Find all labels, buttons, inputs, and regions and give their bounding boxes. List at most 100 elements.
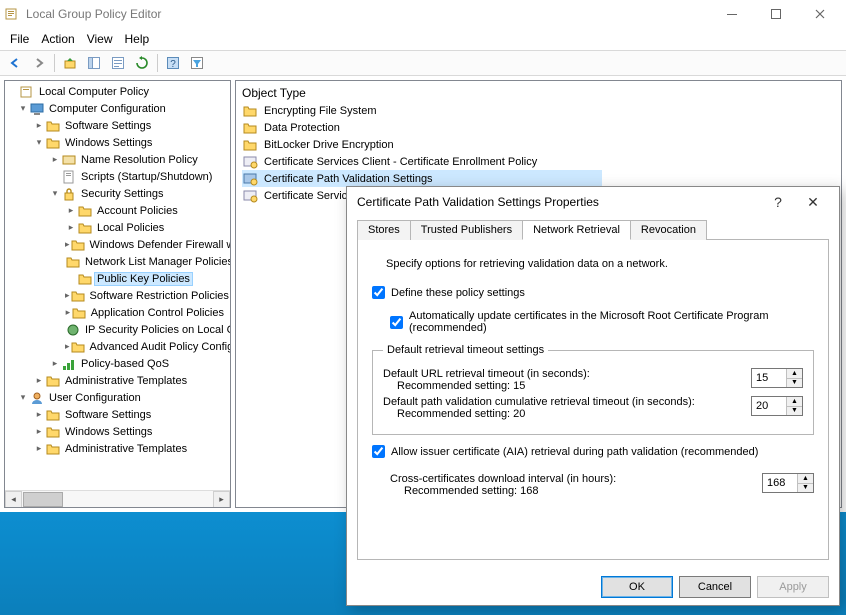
- tree-security[interactable]: Security Settings: [79, 188, 166, 200]
- spin-up[interactable]: ▲: [787, 369, 802, 379]
- tree-nlm[interactable]: Network List Manager Policies: [83, 256, 230, 268]
- dialog-help-button[interactable]: ?: [763, 194, 793, 210]
- tree-expand-icon[interactable]: ▸: [33, 120, 45, 131]
- tree-u-windows[interactable]: Windows Settings: [63, 426, 154, 438]
- menu-view[interactable]: View: [87, 32, 113, 46]
- spin-up[interactable]: ▲: [798, 474, 813, 484]
- tree-qos[interactable]: Policy-based QoS: [79, 358, 171, 370]
- column-header[interactable]: Object Type: [242, 84, 835, 102]
- tree-pkp[interactable]: Public Key Policies: [95, 273, 192, 285]
- list-item[interactable]: Data Protection: [242, 119, 835, 136]
- tree-windows-settings[interactable]: Windows Settings: [63, 137, 154, 149]
- tree-expand-icon[interactable]: ▸: [33, 426, 45, 437]
- url-timeout-rec: Recommended setting: 15: [383, 380, 751, 392]
- list-item[interactable]: Encrypting File System: [242, 102, 835, 119]
- tree-aap[interactable]: Advanced Audit Policy Configuration: [88, 341, 230, 353]
- path-timeout-spinner[interactable]: ▲▼: [751, 396, 803, 416]
- tree-collapse-icon[interactable]: ▾: [49, 188, 61, 199]
- folder-icon: [70, 237, 86, 253]
- tree-local-policies[interactable]: Local Policies: [95, 222, 166, 234]
- apply-button[interactable]: Apply: [757, 576, 829, 598]
- folder-icon: [45, 373, 61, 389]
- allow-aia-input[interactable]: [372, 445, 385, 458]
- tree-expand-icon[interactable]: ▸: [33, 409, 45, 420]
- tree-admin[interactable]: Administrative Templates: [63, 375, 189, 387]
- tree-expand-icon[interactable]: ▸: [49, 154, 61, 165]
- menu-file[interactable]: File: [10, 32, 29, 46]
- tree-scripts[interactable]: Scripts (Startup/Shutdown): [79, 171, 214, 183]
- filter-button[interactable]: [186, 52, 208, 74]
- close-button[interactable]: [798, 0, 842, 28]
- spin-down[interactable]: ▼: [787, 407, 802, 416]
- show-hide-tree-button[interactable]: [83, 52, 105, 74]
- security-icon: [61, 186, 77, 202]
- folder-icon: [77, 220, 93, 236]
- spin-up[interactable]: ▲: [787, 397, 802, 407]
- cross-cert-spinner[interactable]: ▲▼: [762, 473, 814, 493]
- help-button[interactable]: ?: [162, 52, 184, 74]
- path-timeout-input[interactable]: [752, 397, 786, 415]
- tree-collapse-icon[interactable]: ▾: [17, 103, 29, 114]
- svg-text:?: ?: [170, 59, 176, 70]
- up-button[interactable]: [59, 52, 81, 74]
- tree-user-config[interactable]: User Configuration: [47, 392, 143, 404]
- auto-update-input[interactable]: [390, 316, 403, 329]
- tree-u-admin[interactable]: Administrative Templates: [63, 443, 189, 455]
- tree-software-settings[interactable]: Software Settings: [63, 120, 153, 132]
- url-timeout-spinner[interactable]: ▲▼: [751, 368, 803, 388]
- menu-help[interactable]: Help: [125, 32, 150, 46]
- ok-button[interactable]: OK: [601, 576, 673, 598]
- tab-trusted-publishers[interactable]: Trusted Publishers: [410, 220, 523, 240]
- minimize-button[interactable]: [710, 0, 754, 28]
- auto-update-checkbox[interactable]: Automatically update certificates in the…: [390, 310, 814, 334]
- tree-ips[interactable]: IP Security Policies on Local Comput: [83, 324, 230, 336]
- allow-aia-checkbox[interactable]: Allow issuer certificate (AIA) retrieval…: [372, 445, 758, 458]
- tree-expand-icon[interactable]: ▸: [49, 358, 61, 369]
- tree-nrp[interactable]: Name Resolution Policy: [79, 154, 200, 166]
- tree-expand-icon[interactable]: ▸: [33, 443, 45, 454]
- tree-acp[interactable]: Application Control Policies: [89, 307, 226, 319]
- list-item-selected[interactable]: Certificate Path Validation Settings: [242, 170, 602, 187]
- toolbar: ?: [0, 50, 846, 76]
- scroll-track[interactable]: [22, 491, 213, 508]
- forward-button[interactable]: [28, 52, 50, 74]
- tree-u-software[interactable]: Software Settings: [63, 409, 153, 421]
- dialog-close-button[interactable]: ✕: [793, 194, 833, 211]
- tree-expand-icon[interactable]: ▸: [65, 222, 77, 233]
- define-policy-input[interactable]: [372, 286, 385, 299]
- spin-down[interactable]: ▼: [798, 484, 813, 493]
- navigation-pane: Local Computer Policy ▾ Computer Configur…: [4, 80, 231, 508]
- menu-action[interactable]: Action: [41, 32, 74, 46]
- tree-srp[interactable]: Software Restriction Policies: [88, 290, 230, 302]
- url-timeout-input[interactable]: [752, 369, 786, 387]
- scroll-left-button[interactable]: ◂: [5, 491, 22, 508]
- list-item[interactable]: Certificate Services Client - Certificat…: [242, 153, 835, 170]
- tab-revocation[interactable]: Revocation: [630, 220, 707, 240]
- tree-account-policies[interactable]: Account Policies: [95, 205, 180, 217]
- back-button[interactable]: [4, 52, 26, 74]
- cancel-button[interactable]: Cancel: [679, 576, 751, 598]
- tree-root[interactable]: Local Computer Policy: [37, 86, 151, 98]
- policy-tree[interactable]: Local Computer Policy ▾ Computer Configur…: [5, 81, 230, 490]
- folder-icon: [45, 407, 61, 423]
- define-policy-checkbox[interactable]: Define these policy settings: [372, 286, 525, 299]
- user-icon: [29, 390, 45, 406]
- tree-hscroll[interactable]: ◂ ▸: [5, 490, 230, 507]
- list-item[interactable]: BitLocker Drive Encryption: [242, 136, 835, 153]
- cross-cert-input[interactable]: [763, 474, 797, 492]
- tree-firewall[interactable]: Windows Defender Firewall with Adv: [88, 239, 230, 251]
- tree-computer-config[interactable]: Computer Configuration: [47, 103, 168, 115]
- tree-collapse-icon[interactable]: ▾: [33, 137, 45, 148]
- tab-stores[interactable]: Stores: [357, 220, 411, 240]
- scroll-right-button[interactable]: ▸: [213, 491, 230, 508]
- tab-network-retrieval[interactable]: Network Retrieval: [522, 220, 631, 240]
- spin-down[interactable]: ▼: [787, 379, 802, 388]
- cross-cert-rec: Recommended setting: 168: [390, 485, 762, 497]
- tree-expand-icon[interactable]: ▸: [65, 205, 77, 216]
- properties-button[interactable]: [107, 52, 129, 74]
- tree-expand-icon[interactable]: ▸: [33, 375, 45, 386]
- refresh-button[interactable]: [131, 52, 153, 74]
- maximize-button[interactable]: [754, 0, 798, 28]
- tree-collapse-icon[interactable]: ▾: [17, 392, 29, 403]
- scroll-thumb[interactable]: [23, 492, 63, 507]
